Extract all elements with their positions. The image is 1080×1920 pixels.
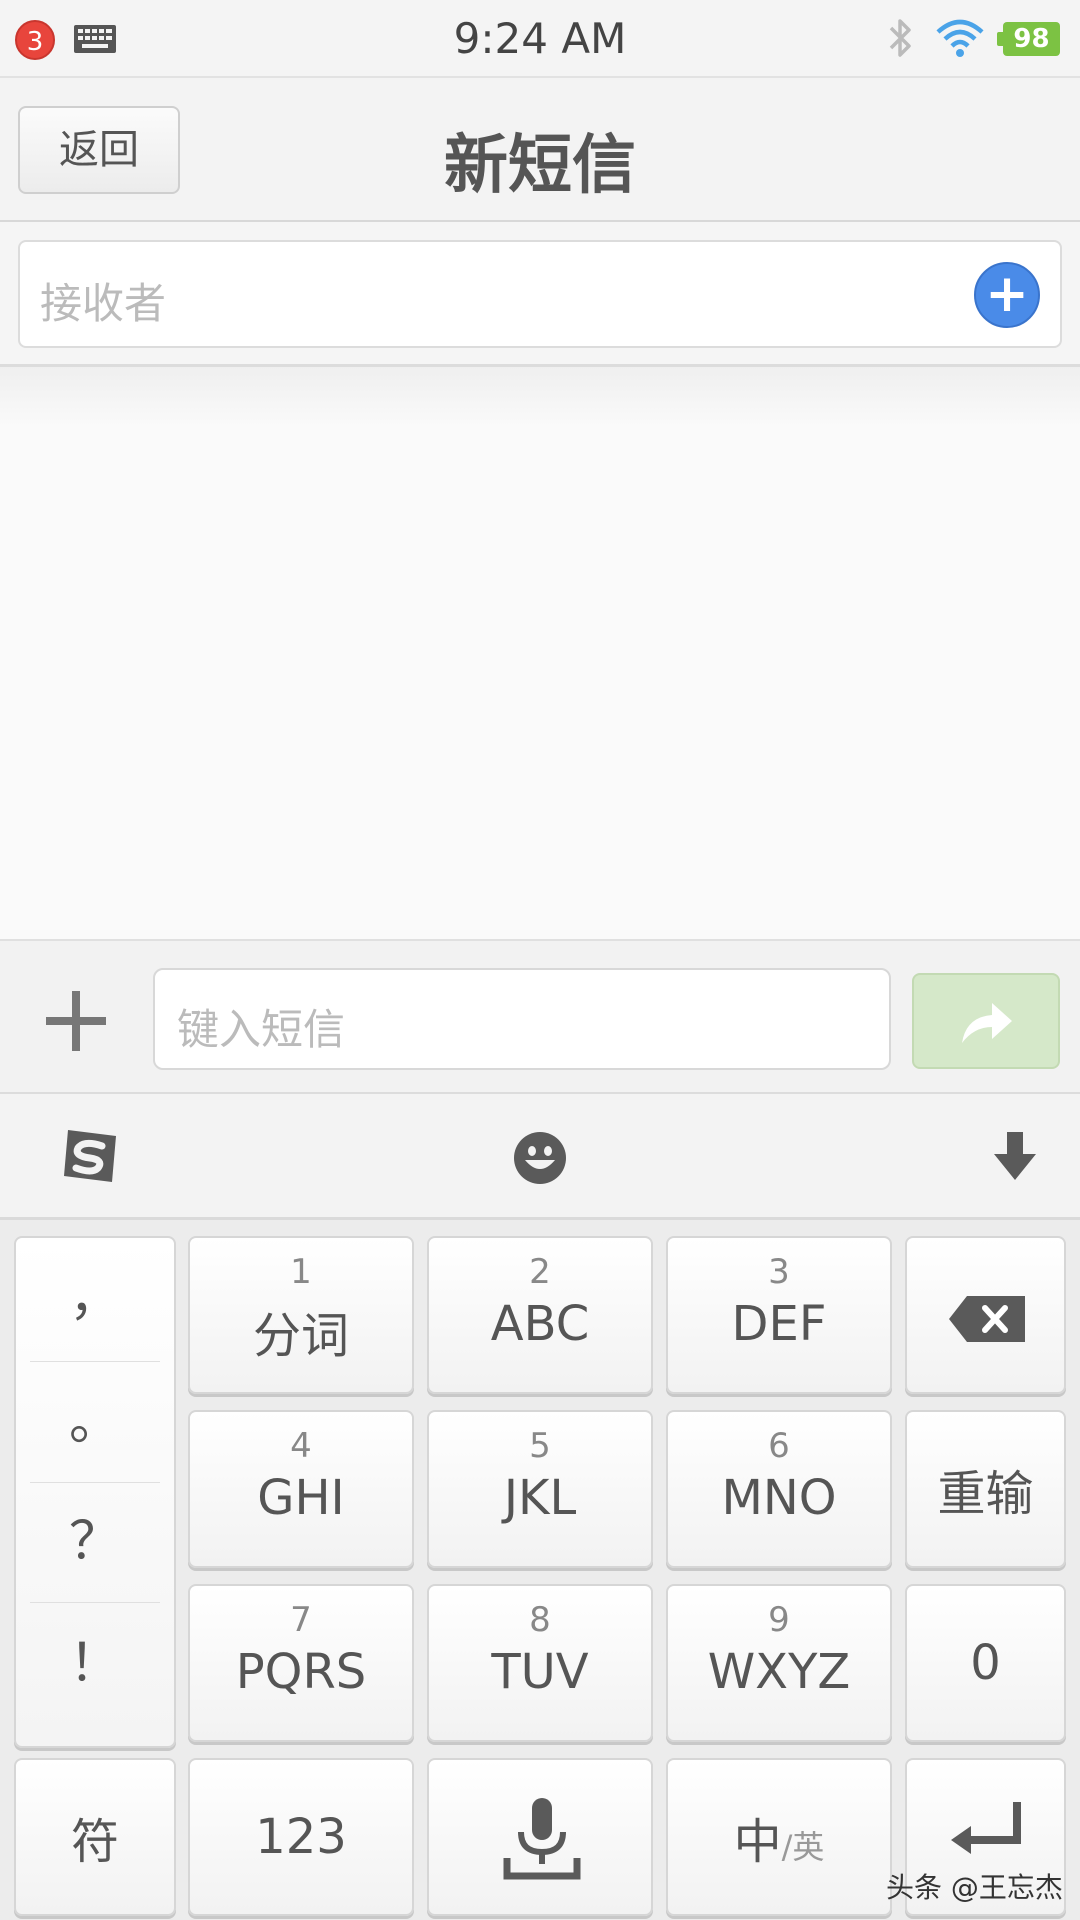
hide-keyboard-icon[interactable] (990, 1130, 1040, 1186)
key-number: 5 (529, 1426, 551, 1466)
key-9[interactable]: 9 WXYZ (666, 1584, 892, 1742)
send-button[interactable] (912, 973, 1060, 1069)
microphone-icon (503, 1798, 581, 1880)
keyboard: ， 。 ？ ！ 1 分词 2 ABC 3 DEF 4 GHI 5 JKL 6 M… (0, 1220, 1080, 1920)
title-bar: 返回 新短信 (0, 78, 1080, 222)
key-label: 0 (970, 1635, 1001, 1691)
key-5[interactable]: 5 JKL (427, 1410, 653, 1568)
key-number: 8 (529, 1600, 551, 1640)
punctuation-column: ， 。 ？ ！ (14, 1236, 176, 1748)
key-6[interactable]: 6 MNO (666, 1410, 892, 1568)
key-label: ABC (490, 1296, 590, 1352)
punct-key-question[interactable]: ？ (30, 1482, 160, 1602)
divider (30, 1602, 160, 1603)
reset-key[interactable]: 重输 (905, 1410, 1066, 1568)
sogou-logo-icon[interactable] (58, 1126, 122, 1190)
status-time: 9:24 AM (453, 14, 627, 63)
key-number: 3 (768, 1252, 790, 1292)
key-number: 7 (290, 1600, 312, 1640)
key-label: DEF (731, 1296, 827, 1352)
reset-label: 重输 (937, 1466, 1034, 1522)
key-0[interactable]: 0 (905, 1584, 1066, 1742)
recipient-input[interactable]: 接收者 + (18, 240, 1062, 348)
language-main: 中 (733, 1814, 782, 1870)
punct-key-exclaim[interactable]: ！ (30, 1604, 160, 1724)
key-number: 2 (529, 1252, 551, 1292)
compose-bar: 键入短信 (0, 939, 1080, 1094)
message-input[interactable]: 键入短信 (153, 968, 891, 1070)
key-label: 分词 (252, 1308, 349, 1364)
watermark: 头条 @王忘杰 (886, 1871, 1063, 1904)
punct-key-period[interactable]: 。 (30, 1362, 160, 1482)
recipient-area: 接收者 + (0, 222, 1080, 367)
voice-input-key[interactable] (427, 1758, 653, 1916)
battery-icon: 98 (997, 22, 1060, 56)
message-placeholder: 键入短信 (177, 1005, 346, 1054)
key-8[interactable]: 8 TUV (427, 1584, 653, 1742)
key-1[interactable]: 1 分词 (188, 1236, 414, 1394)
key-7[interactable]: 7 PQRS (188, 1584, 414, 1742)
key-2[interactable]: 2 ABC (427, 1236, 653, 1394)
key-4[interactable]: 4 GHI (188, 1410, 414, 1568)
punct-key-comma[interactable]: ， (30, 1238, 160, 1358)
symbol-label: 符 (70, 1814, 119, 1870)
key-label: GHI (257, 1470, 345, 1526)
emoji-icon[interactable] (512, 1130, 568, 1190)
message-list (0, 367, 1080, 939)
backspace-key[interactable] (905, 1236, 1066, 1394)
symbol-key[interactable]: 符 (14, 1758, 176, 1916)
wifi-icon (935, 18, 985, 64)
key-label: MNO (721, 1470, 837, 1526)
backspace-icon (949, 1296, 1025, 1342)
plus-icon[interactable] (46, 991, 106, 1051)
number-mode-label: 123 (255, 1809, 347, 1865)
language-alt: /英 (781, 1828, 825, 1866)
key-label: PQRS (235, 1644, 367, 1700)
key-number: 9 (768, 1600, 790, 1640)
key-label: WXYZ (707, 1644, 851, 1700)
number-mode-key[interactable]: 123 (188, 1758, 414, 1916)
language-switch-label: 中/英 (668, 1802, 890, 1872)
plus-circle-icon[interactable]: + (974, 262, 1040, 328)
bluetooth-icon (885, 16, 915, 64)
key-label: JKL (503, 1470, 577, 1526)
key-number: 1 (290, 1252, 312, 1292)
key-label: TUV (491, 1644, 589, 1700)
recipient-placeholder: 接收者 (40, 279, 167, 328)
key-number: 4 (290, 1426, 312, 1466)
language-switch-key[interactable]: 中/英 (666, 1758, 892, 1916)
page-title: 新短信 (444, 129, 636, 203)
key-number: 6 (768, 1426, 790, 1466)
enter-icon (951, 1802, 1021, 1854)
forward-arrow-icon (962, 1003, 1012, 1043)
status-bar: 3 9:24 AM 98 (0, 0, 1080, 78)
key-3[interactable]: 3 DEF (666, 1236, 892, 1394)
ime-toolbar (0, 1094, 1080, 1220)
